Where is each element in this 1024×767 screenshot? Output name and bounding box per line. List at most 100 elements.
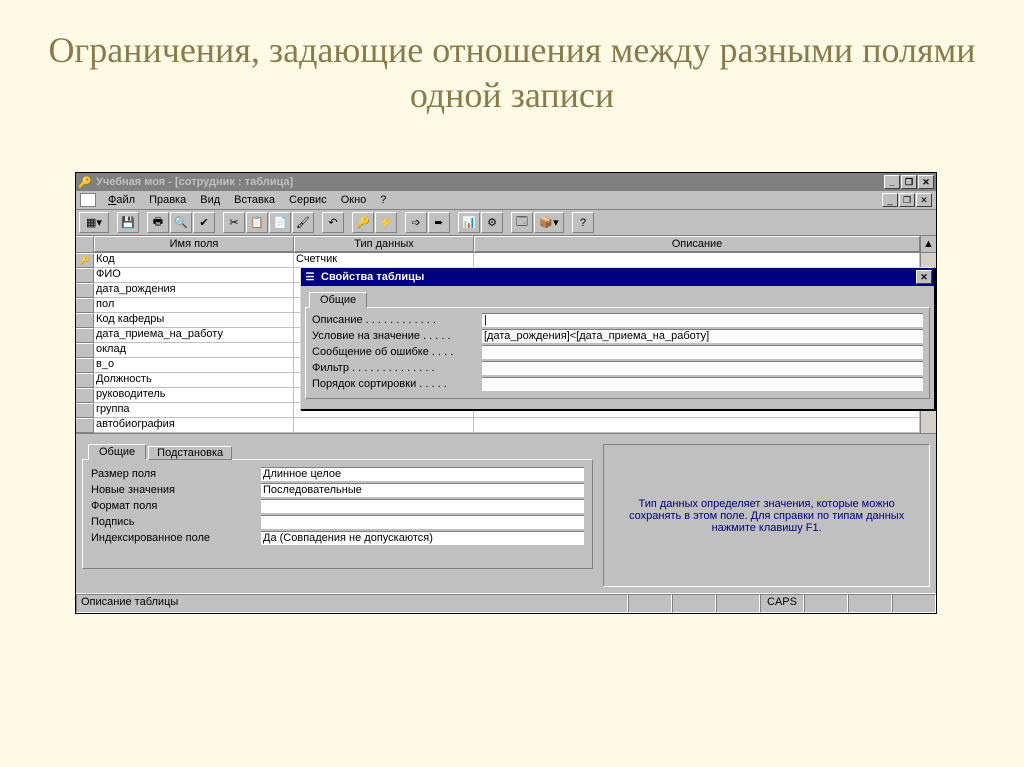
prop-caption-label: Подпись: [91, 516, 261, 528]
cell-field-name[interactable]: руководитель: [94, 388, 294, 403]
cell-field-name[interactable]: пол: [94, 298, 294, 313]
dialog-title: Свойства таблицы: [321, 271, 424, 283]
column-header-name[interactable]: Имя поля: [94, 236, 294, 252]
row-selector[interactable]: [76, 328, 94, 343]
prop-format-value[interactable]: [261, 499, 584, 513]
cell-field-name[interactable]: дата_приема_на_работу: [94, 328, 294, 343]
dlg-filter-value[interactable]: [482, 361, 923, 375]
grid-corner[interactable]: [76, 236, 94, 252]
row-selector[interactable]: [76, 418, 94, 433]
cell-field-desc[interactable]: [474, 253, 920, 268]
menu-window[interactable]: Окно: [335, 193, 373, 207]
print-button[interactable]: 🖶: [147, 212, 169, 233]
menu-service[interactable]: Сервис: [283, 193, 333, 207]
primary-key-button[interactable]: 🔑: [352, 212, 374, 233]
new-object-button[interactable]: 📦▾: [534, 212, 564, 233]
datasheet-icon[interactable]: [80, 193, 96, 207]
cell-field-name[interactable]: Код: [94, 253, 294, 268]
menu-file[interactable]: Файл: [102, 193, 141, 207]
spellcheck-button[interactable]: ✔: [193, 212, 215, 233]
minimize-button[interactable]: _: [884, 175, 900, 189]
statusbar-indicator: [672, 594, 716, 613]
dlg-rule-value[interactable]: [дата_рождения]<[дата_приема_на_работу]: [482, 329, 923, 343]
statusbar-indicator: [628, 594, 672, 613]
statusbar-indicator: [848, 594, 892, 613]
properties-button[interactable]: 📊: [458, 212, 480, 233]
dlg-msg-value[interactable]: [482, 345, 923, 359]
row-selector[interactable]: [76, 283, 94, 298]
statusbar-indicator: [892, 594, 936, 613]
prop-newvals-label: Новые значения: [91, 484, 261, 496]
cell-field-name[interactable]: оклад: [94, 343, 294, 358]
cell-field-name[interactable]: Код кафедры: [94, 313, 294, 328]
grid-header: Имя поля Тип данных Описание ▲: [76, 236, 936, 253]
menu-edit[interactable]: Правка: [143, 193, 192, 207]
tab-general[interactable]: Общие: [88, 444, 146, 460]
copy-button[interactable]: 📋: [246, 212, 268, 233]
delete-rows-button[interactable]: ➨: [428, 212, 450, 233]
vscroll-track[interactable]: [920, 253, 936, 268]
indexes-button[interactable]: ⚡: [375, 212, 397, 233]
menu-insert[interactable]: Вставка: [228, 193, 281, 207]
row-selector[interactable]: [76, 343, 94, 358]
row-selector[interactable]: [76, 358, 94, 373]
cell-field-name[interactable]: группа: [94, 403, 294, 418]
prop-indexed-value[interactable]: Да (Совпадения не допускаются): [261, 531, 584, 545]
cell-field-name[interactable]: ФИО: [94, 268, 294, 283]
maximize-button[interactable]: ❐: [901, 175, 917, 189]
scroll-up-button[interactable]: ▲: [920, 236, 936, 252]
row-selector[interactable]: [76, 403, 94, 418]
dialog-close-button[interactable]: ✕: [916, 270, 932, 284]
table-row[interactable]: автобиография: [76, 418, 936, 433]
builder-button[interactable]: ⚙: [481, 212, 503, 233]
prop-size-value[interactable]: Длинное целое: [261, 467, 584, 481]
close-button[interactable]: ✕: [918, 175, 934, 189]
cell-field-name[interactable]: в_о: [94, 358, 294, 373]
app-title: Учебная моя - [сотрудник : таблица]: [96, 176, 293, 188]
dialog-titlebar[interactable]: ☰ Свойства таблицы ✕: [301, 268, 934, 286]
row-selector[interactable]: [76, 298, 94, 313]
mdi-minimize-button[interactable]: _: [882, 193, 898, 207]
cell-field-desc[interactable]: [474, 418, 920, 433]
undo-button[interactable]: ↶: [322, 212, 344, 233]
row-selector[interactable]: 🔑: [76, 253, 94, 268]
cell-field-name[interactable]: дата_рождения: [94, 283, 294, 298]
help-box: Тип данных определяет значения, которые …: [603, 444, 930, 587]
tab-lookup[interactable]: Подстановка: [148, 446, 232, 460]
save-button[interactable]: 💾: [117, 212, 139, 233]
format-painter-button[interactable]: 🖌: [292, 212, 314, 233]
row-selector[interactable]: [76, 388, 94, 403]
preview-button[interactable]: 🔍: [170, 212, 192, 233]
dlg-desc-value[interactable]: [482, 313, 923, 327]
db-window-button[interactable]: 🗔: [511, 212, 533, 233]
prop-caption-value[interactable]: [261, 515, 584, 529]
mdi-restore-button[interactable]: ❐: [899, 193, 915, 207]
menu-help[interactable]: ?: [374, 193, 392, 207]
field-props-panel: Размер поля Длинное целое Новые значения…: [82, 459, 593, 569]
menu-view[interactable]: Вид: [194, 193, 226, 207]
dlg-sort-label: Порядок сортировки . . . . .: [312, 378, 482, 390]
cell-field-name[interactable]: автобиография: [94, 418, 294, 433]
paste-button[interactable]: 📄: [269, 212, 291, 233]
cut-button[interactable]: ✂: [223, 212, 245, 233]
insert-rows-button[interactable]: ➩: [405, 212, 427, 233]
vscroll-track[interactable]: [920, 418, 936, 433]
view-switcher-button[interactable]: ▦▾: [79, 212, 109, 233]
cell-field-name[interactable]: Должность: [94, 373, 294, 388]
dlg-sort-value[interactable]: [482, 377, 923, 391]
dlg-desc-label: Описание . . . . . . . . . . . .: [312, 314, 482, 326]
menubar: Файл Правка Вид Вставка Сервис Окно ? _ …: [76, 191, 936, 210]
row-selector[interactable]: [76, 268, 94, 283]
cell-field-type[interactable]: [294, 418, 474, 433]
column-header-type[interactable]: Тип данных: [294, 236, 474, 252]
dialog-tab-general[interactable]: Общие: [309, 292, 367, 308]
help-button[interactable]: ?: [572, 212, 594, 233]
row-selector[interactable]: [76, 313, 94, 328]
column-header-desc[interactable]: Описание: [474, 236, 920, 252]
cell-field-type[interactable]: Счетчик: [294, 253, 474, 268]
row-selector[interactable]: [76, 373, 94, 388]
table-row[interactable]: 🔑КодСчетчик: [76, 253, 936, 268]
mdi-close-button[interactable]: ✕: [916, 193, 932, 207]
prop-newvals-value[interactable]: Последовательные: [261, 483, 584, 497]
statusbar: Описание таблицы CAPS: [76, 593, 936, 613]
